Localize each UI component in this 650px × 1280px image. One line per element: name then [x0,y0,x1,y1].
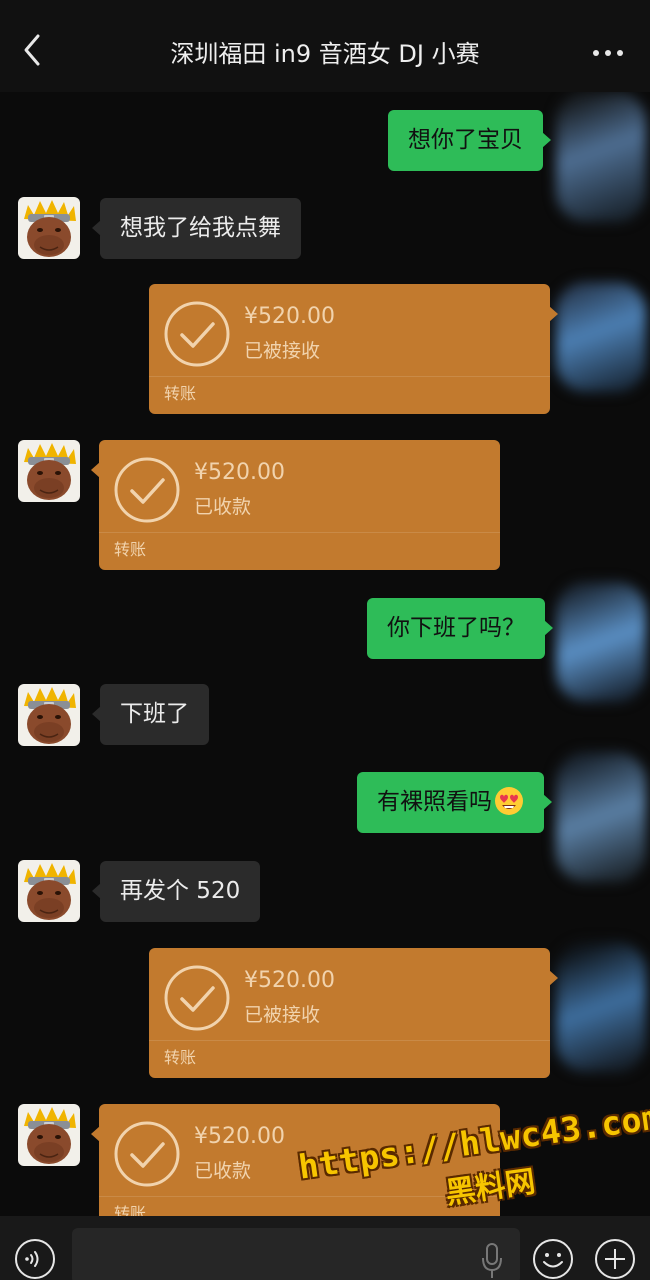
outgoing-message[interactable]: 你下班了吗？ [367,598,553,659]
transfer-status: 已被接收 [244,340,321,362]
contact-avatar[interactable] [18,860,80,922]
redacted-avatar-blur [556,92,646,222]
voice-mode-icon [15,1239,55,1279]
transfer-amount: ¥520.00 [194,1124,285,1149]
transfer-card[interactable]: ¥520.00 已被接收 转账 [149,284,558,414]
contact-avatar[interactable] [18,440,80,502]
back-button[interactable] [18,32,48,68]
check-circle-icon [164,301,230,367]
outgoing-message[interactable]: 有裸照看吗 [357,772,552,833]
redacted-avatar-blur [556,752,646,882]
outgoing-message[interactable]: 想你了宝贝 [388,110,551,171]
microphone-icon [482,1243,502,1278]
transfer-status: 已被接收 [244,1004,321,1026]
transfer-divider [149,376,550,377]
transfer-card[interactable]: ¥520.00 已收款 转账 [91,1104,500,1216]
transfer-status: 已收款 [194,1160,252,1182]
contact-avatar[interactable] [18,197,80,259]
message-text: 有裸照看吗 [377,789,492,815]
more-dots-icon [593,50,623,56]
chat-title: 深圳福田 in9 音酒女 DJ 小赛 [170,40,480,68]
transfer-divider [99,532,500,533]
emoji-icon [533,1239,573,1279]
more-functions-button[interactable] [594,1238,636,1280]
transfer-label: 转账 [114,1204,147,1216]
check-circle-icon [114,457,180,523]
transfer-label: 转账 [164,1048,197,1067]
contact-avatar[interactable] [18,684,80,746]
transfer-amount: ¥520.00 [194,460,285,485]
chevron-left-icon [24,34,40,66]
message-input[interactable] [72,1228,520,1280]
input-bar [0,1216,650,1280]
transfer-label: 转账 [114,540,147,559]
chat-header: 深圳福田 in9 音酒女 DJ 小赛 [0,0,650,92]
heart-eyes-emoji-icon [495,786,523,815]
transfer-divider [149,1040,550,1041]
plus-icon [595,1239,635,1279]
transfer-label: 转账 [164,384,197,403]
incoming-message[interactable]: 想我了给我点舞 [92,198,301,259]
transfer-divider [99,1196,500,1197]
incoming-message[interactable]: 下班了 [92,684,209,745]
transfer-amount: ¥520.00 [244,968,335,993]
redacted-avatar-blur [556,582,646,702]
redacted-avatar-blur [556,942,646,1072]
incoming-message[interactable]: 再发个 520 [91,861,261,922]
contact-avatar[interactable] [18,1104,80,1166]
transfer-card[interactable]: ¥520.00 已收款 转账 [91,440,500,570]
transfer-card[interactable]: ¥520.00 已被接收 转账 [149,948,558,1078]
more-button[interactable] [592,44,624,56]
redacted-avatar-blur [556,282,646,392]
voice-mode-button[interactable] [14,1238,56,1280]
transfer-status: 已收款 [194,496,252,518]
message-list[interactable]: 想你了宝贝 想我了给我点舞 ¥520.00 已被接收 转账 ¥520.00 已收… [0,92,650,1216]
check-circle-icon [164,965,230,1031]
check-circle-icon [114,1121,180,1187]
emoji-button[interactable] [532,1238,574,1280]
transfer-amount: ¥520.00 [244,304,335,329]
